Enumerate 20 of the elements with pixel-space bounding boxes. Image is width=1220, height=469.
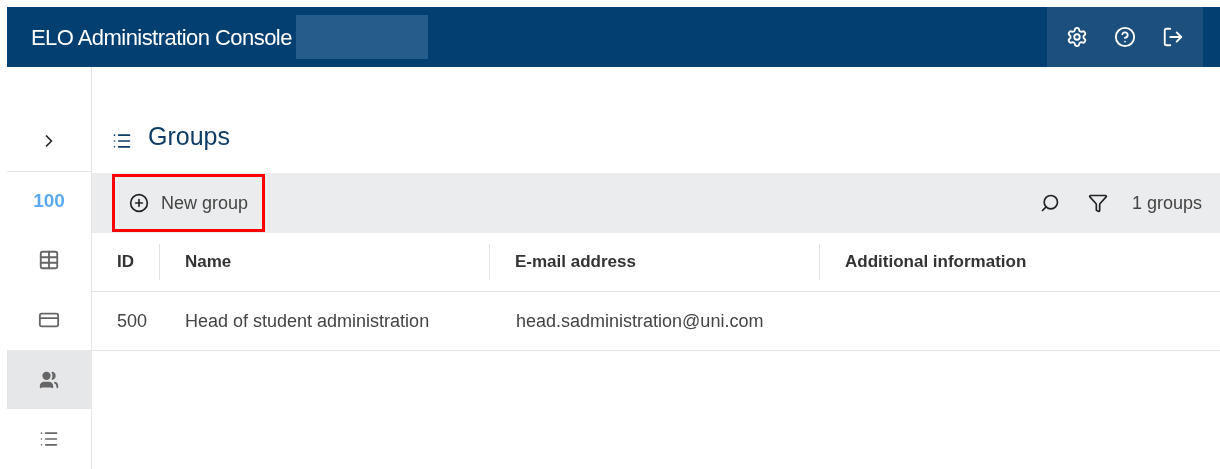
app-title: ELO Administration Console: [30, 23, 292, 52]
table-row[interactable]: 500 Head of student administration head.sadministration@uni.com: [92, 292, 1220, 351]
count-label: 100: [33, 188, 65, 213]
column-header[interactable]: ID: [117, 249, 134, 275]
search-button[interactable]: [1039, 193, 1060, 213]
users-icon: [39, 369, 59, 390]
table-cell: 500: [117, 310, 148, 331]
table-cell: head.sadministration@uni.com: [516, 310, 764, 331]
filter-button[interactable]: [1087, 193, 1108, 213]
table-icon: [38, 249, 60, 272]
column-header[interactable]: E-mail address: [515, 249, 636, 275]
sidebar-item[interactable]: [7, 349, 91, 410]
group-count: 1 groups: [1131, 191, 1202, 215]
plus-circle-icon: [129, 193, 149, 213]
table-cell: Head of student administration: [185, 310, 430, 331]
new-group-button[interactable]: New group: [112, 174, 266, 232]
list-icon: [112, 131, 132, 151]
page-title: Groups: [148, 120, 230, 152]
column-header[interactable]: Additional information: [845, 249, 1027, 275]
column-header[interactable]: Name: [185, 249, 232, 275]
